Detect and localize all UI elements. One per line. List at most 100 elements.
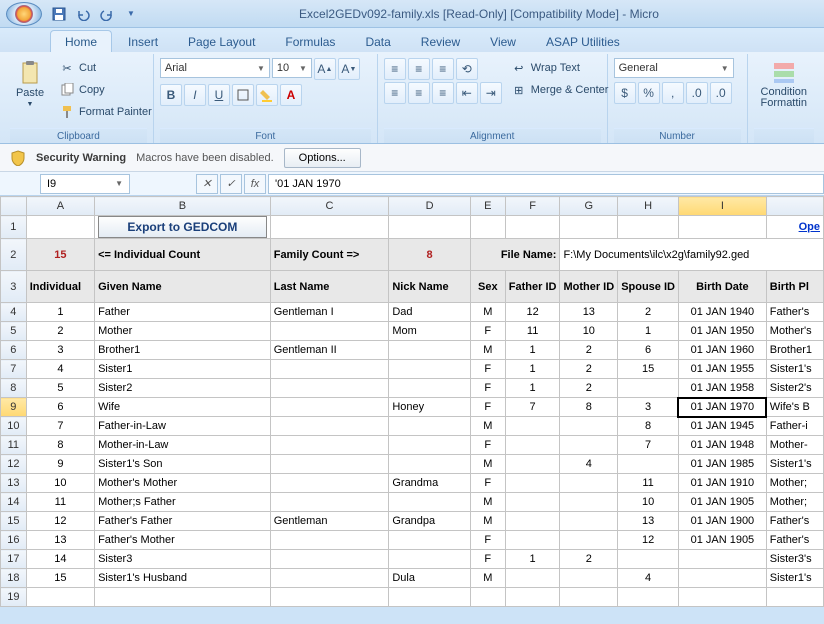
table-row: 1411Mother;s FatherM1001 JAN 1905Mother; [1, 493, 824, 512]
decrease-indent-button[interactable]: ⇤ [456, 82, 478, 104]
conditional-formatting-button[interactable]: Condition Formattin [754, 58, 814, 112]
family-count-label[interactable]: Family Count => [270, 239, 389, 271]
open-link[interactable]: Ope [766, 216, 823, 239]
select-all-corner[interactable] [1, 197, 27, 216]
cell[interactable]: 01 JAN 1950 [678, 322, 766, 341]
col-B[interactable]: B [95, 197, 271, 216]
col-I[interactable]: I [678, 197, 766, 216]
save-icon[interactable] [50, 5, 68, 23]
grow-font-button[interactable]: A▲ [314, 58, 336, 80]
export-gedcom-button[interactable]: Export to GEDCOM [98, 216, 267, 238]
tab-formulas[interactable]: Formulas [271, 31, 349, 52]
increase-decimal-button[interactable]: .0 [686, 82, 708, 104]
grid-table: A B C D E F G H I 1 Export to GEDCOM Ope… [0, 196, 824, 607]
border-button[interactable] [232, 84, 254, 106]
orientation-button[interactable]: ⟲ [456, 58, 478, 80]
tab-data[interactable]: Data [351, 31, 404, 52]
group-font: Arial▼ 10▼ A▲ A▼ B I U A Font [154, 54, 378, 143]
shrink-font-button[interactable]: A▼ [338, 58, 360, 80]
name-box[interactable]: I9▼ [40, 174, 130, 194]
font-size-combo[interactable]: 10▼ [272, 58, 312, 78]
cell[interactable]: 01 JAN 1955 [678, 360, 766, 379]
group-label-font: Font [160, 128, 371, 143]
col-H[interactable]: H [618, 197, 679, 216]
percent-button[interactable]: % [638, 82, 660, 104]
align-left-button[interactable]: ≡ [384, 82, 406, 104]
italic-button[interactable]: I [184, 84, 206, 106]
fill-color-button[interactable] [256, 84, 278, 106]
filename-value[interactable]: F:\My Documents\ilc\x2g\family92.ged [560, 239, 824, 271]
align-center-button[interactable]: ≡ [408, 82, 430, 104]
enter-formula-button[interactable]: ✓ [220, 174, 242, 194]
redo-icon[interactable] [98, 5, 116, 23]
individual-count-value[interactable]: 15 [26, 239, 94, 271]
cancel-formula-button[interactable]: ✕ [196, 174, 218, 194]
security-warning-bar: Security Warning Macros have been disabl… [0, 144, 824, 172]
table-row: 1815Sister1's HusbandDulaM4Sister1's [1, 569, 824, 588]
table-row: 1714Sister3F12Sister3's [1, 550, 824, 569]
align-middle-button[interactable]: ≡ [408, 58, 430, 80]
table-row: 74Sister1F121501 JAN 1955Sister1's [1, 360, 824, 379]
ribbon: Paste ▼ ✂Cut Copy Format Painter Clipboa… [0, 52, 824, 144]
tab-view[interactable]: View [476, 31, 530, 52]
undo-icon[interactable] [74, 5, 92, 23]
cell[interactable]: 01 JAN 1905 [678, 531, 766, 550]
fx-button[interactable]: fx [244, 174, 266, 194]
table-row: 129Sister1's SonM401 JAN 1985Sister1's [1, 455, 824, 474]
table-row: 85Sister2F1201 JAN 1958Sister2's [1, 379, 824, 398]
group-conditional: Condition Formattin [748, 54, 820, 143]
align-bottom-button[interactable]: ≡ [432, 58, 454, 80]
cell[interactable]: 01 JAN 1905 [678, 493, 766, 512]
filename-label[interactable]: File Name: [470, 239, 560, 271]
col-A[interactable]: A [26, 197, 94, 216]
currency-button[interactable]: $ [614, 82, 636, 104]
increase-indent-button[interactable]: ⇥ [480, 82, 502, 104]
cell[interactable] [678, 550, 766, 569]
family-count-value[interactable]: 8 [389, 239, 470, 271]
security-options-button[interactable]: Options... [284, 148, 361, 168]
col-E[interactable]: E [470, 197, 505, 216]
cell[interactable]: 01 JAN 1985 [678, 455, 766, 474]
copy-button[interactable]: Copy [54, 80, 157, 100]
tab-page-layout[interactable]: Page Layout [174, 31, 269, 52]
office-button[interactable] [6, 2, 42, 26]
font-color-button[interactable]: A [280, 84, 302, 106]
cell[interactable]: 01 JAN 1958 [678, 379, 766, 398]
col-J[interactable] [766, 197, 823, 216]
format-painter-button[interactable]: Format Painter [54, 102, 157, 122]
table-row: 96WifeHoneyF78301 JAN 1970Wife's B [1, 398, 824, 417]
bold-button[interactable]: B [160, 84, 182, 106]
group-label-clipboard: Clipboard [10, 128, 147, 143]
qat-dropdown-icon[interactable]: ▼ [122, 5, 140, 23]
cell[interactable] [678, 569, 766, 588]
underline-button[interactable]: U [208, 84, 230, 106]
row-3-headers: 3 Individual Given Name Last Name Nick N… [1, 271, 824, 303]
worksheet[interactable]: A B C D E F G H I 1 Export to GEDCOM Ope… [0, 196, 824, 607]
font-name-combo[interactable]: Arial▼ [160, 58, 270, 78]
tab-home[interactable]: Home [50, 30, 112, 52]
individual-count-label[interactable]: <= Individual Count [95, 239, 271, 271]
tab-insert[interactable]: Insert [114, 31, 172, 52]
cell[interactable]: 01 JAN 1945 [678, 417, 766, 436]
cell[interactable]: 01 JAN 1900 [678, 512, 766, 531]
paste-button[interactable]: Paste ▼ [10, 58, 50, 111]
tab-review[interactable]: Review [407, 31, 474, 52]
col-D[interactable]: D [389, 197, 470, 216]
wrap-icon: ↩ [511, 60, 527, 76]
align-top-button[interactable]: ≡ [384, 58, 406, 80]
number-format-combo[interactable]: General▼ [614, 58, 734, 78]
formula-input[interactable]: '01 JAN 1970 [268, 174, 824, 194]
decrease-decimal-button[interactable]: .0 [710, 82, 732, 104]
cell[interactable]: 01 JAN 1948 [678, 436, 766, 455]
selected-cell[interactable]: 01 JAN 1970 [678, 398, 766, 417]
cut-button[interactable]: ✂Cut [54, 58, 157, 78]
align-right-button[interactable]: ≡ [432, 82, 454, 104]
cell[interactable]: 01 JAN 1940 [678, 303, 766, 322]
cell[interactable]: 01 JAN 1910 [678, 474, 766, 493]
comma-button[interactable]: , [662, 82, 684, 104]
cell[interactable]: 01 JAN 1960 [678, 341, 766, 360]
col-G[interactable]: G [560, 197, 618, 216]
tab-asap-utilities[interactable]: ASAP Utilities [532, 31, 634, 52]
col-C[interactable]: C [270, 197, 389, 216]
col-F[interactable]: F [505, 197, 560, 216]
